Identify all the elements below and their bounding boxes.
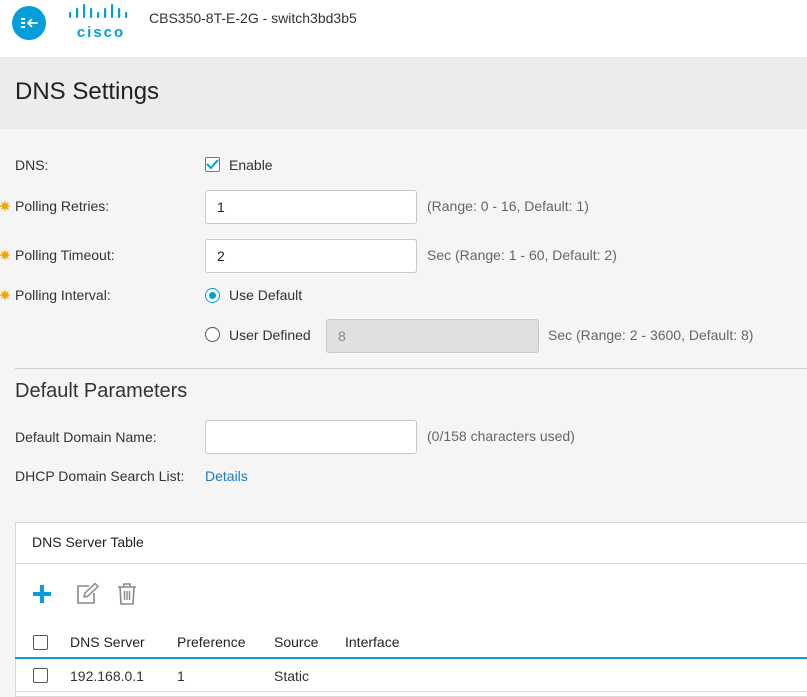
edit-button[interactable]	[74, 581, 100, 607]
polling-retries-hint: (Range: 0 - 16, Default: 1)	[427, 198, 589, 214]
check-icon	[206, 159, 219, 169]
dhcp-domain-search-details-link[interactable]: Details	[205, 468, 248, 484]
required-icon	[0, 290, 10, 300]
polling-interval-label: Polling Interval:	[15, 287, 111, 303]
add-button[interactable]	[29, 581, 55, 607]
column-header-preference[interactable]: Preference	[177, 634, 245, 650]
polling-timeout-label: Polling Timeout:	[15, 247, 115, 263]
page-title: DNS Settings	[15, 78, 160, 105]
plus-icon	[33, 585, 51, 603]
default-domain-name-label: Default Domain Name:	[15, 429, 157, 445]
use-default-radio[interactable]	[205, 288, 220, 303]
required-icon	[0, 201, 10, 211]
cisco-wordmark: cisco	[76, 24, 126, 41]
collapse-nav-icon	[21, 18, 38, 28]
cisco-logo: cisco	[66, 4, 136, 42]
column-header-dns-server[interactable]: DNS Server	[70, 634, 145, 650]
default-domain-name-hint: (0/158 characters used)	[427, 428, 575, 444]
row-select-checkbox[interactable]	[33, 668, 48, 683]
trash-icon	[118, 583, 136, 605]
use-default-label: Use Default	[229, 287, 303, 303]
dns-server-table-title: DNS Server Table	[32, 534, 144, 550]
radio-selected-dot	[209, 292, 216, 299]
row-divider	[15, 691, 807, 692]
edit-icon	[77, 582, 99, 604]
cisco-bars-icon	[69, 4, 128, 18]
dhcp-domain-search-label: DHCP Domain Search List:	[15, 468, 185, 484]
dns-label: DNS:	[15, 157, 49, 173]
default-parameters-title: Default Parameters	[15, 380, 188, 402]
dns-enable-checkbox[interactable]	[205, 157, 220, 172]
polling-timeout-hint: Sec (Range: 1 - 60, Default: 2)	[427, 247, 617, 263]
column-header-interface[interactable]: Interface	[345, 634, 399, 650]
section-divider	[15, 368, 807, 369]
cell-dns-server: 192.168.0.1	[70, 668, 144, 684]
polling-interval-hint: Sec (Range: 2 - 3600, Default: 8)	[548, 327, 754, 343]
required-icon	[0, 250, 10, 260]
user-defined-interval-input	[326, 319, 539, 353]
cell-preference: 1	[177, 668, 185, 684]
cell-source: Static	[274, 668, 310, 684]
user-defined-radio[interactable]	[205, 327, 220, 342]
polling-retries-input[interactable]	[205, 190, 417, 224]
polling-retries-label: Polling Retries:	[15, 198, 110, 214]
user-defined-label: User Defined	[229, 327, 311, 343]
default-domain-name-input[interactable]	[205, 420, 417, 454]
polling-timeout-input[interactable]	[205, 239, 417, 273]
nav-toggle-button[interactable]	[12, 6, 46, 40]
column-header-source[interactable]: Source	[274, 634, 318, 650]
delete-button[interactable]	[114, 581, 140, 607]
dns-enable-label: Enable	[229, 157, 273, 173]
device-name: CBS350-8T-E-2G - switch3bd3b5	[149, 10, 357, 26]
select-all-checkbox[interactable]	[33, 635, 48, 650]
